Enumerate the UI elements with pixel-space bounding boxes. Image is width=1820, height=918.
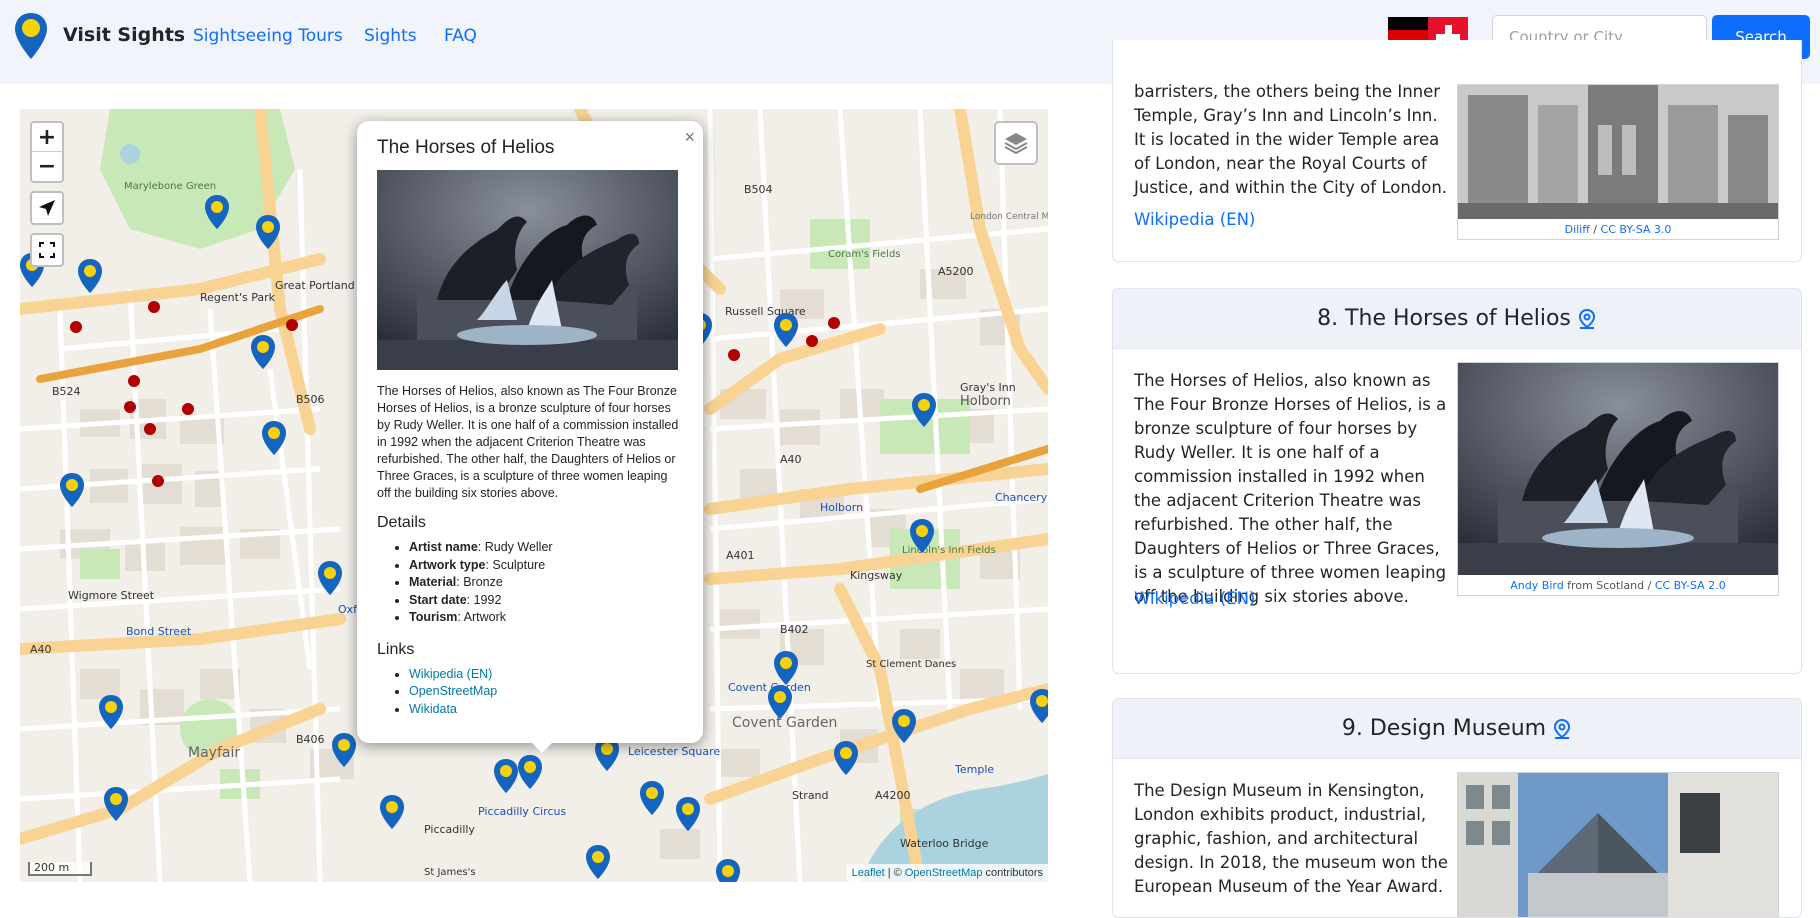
card-8-photo[interactable]: [1458, 363, 1778, 575]
label-st-clement-danes: St Clement Danes: [866, 659, 956, 670]
popup-link-wikidata[interactable]: Wikidata: [409, 702, 457, 716]
fullscreen-icon: [39, 242, 55, 258]
card-8-title: 8. The Horses of Helios: [1317, 306, 1571, 331]
card-7-text: barristers, the others being the Inner T…: [1134, 82, 1448, 197]
card-9-title: 9. Design Museum: [1341, 716, 1547, 741]
label-corams-fields: Coram's Fields: [828, 249, 901, 260]
label-a4200: A4200: [875, 789, 911, 802]
popup-close-button[interactable]: ×: [684, 127, 695, 148]
attribution-sep: | ©: [884, 867, 905, 879]
nav-faq[interactable]: FAQ: [444, 26, 477, 46]
card-8-caption: Andy Bird from Scotland / CC BY-SA 2.0: [1510, 579, 1726, 592]
locate-arrow-icon: [39, 200, 55, 216]
osm-link[interactable]: OpenStreetMap: [905, 867, 983, 879]
label-piccadilly: Piccadilly: [424, 823, 475, 836]
label-marylebone-green: Marylebone Green: [124, 181, 216, 192]
popup-details-list: Artist name: Rudy Weller Artwork type: S…: [377, 539, 683, 627]
detail-item: Artist name: Rudy Weller: [409, 539, 683, 557]
layers-icon: [1004, 133, 1028, 155]
detail-item: Start date: 1992: [409, 592, 683, 610]
label-regents-park: Regent's Park: [200, 291, 276, 304]
popup-links-list: Wikipedia (EN) OpenStreetMap Wikidata: [377, 666, 683, 719]
fullscreen-button[interactable]: [30, 233, 64, 267]
card-7-photo[interactable]: [1458, 85, 1778, 219]
label-a40-west: A40: [30, 643, 52, 656]
zoom-out-button[interactable]: −: [32, 152, 62, 181]
label-waterloo-bridge: Waterloo Bridge: [900, 837, 989, 850]
popup-tip: [530, 741, 554, 753]
sight-popup: × The Horses of Helios The Horses of Hel…: [357, 121, 703, 743]
brand-logo-icon: [15, 13, 47, 59]
card-9-photo[interactable]: [1458, 773, 1778, 918]
zoom-control: + −: [30, 121, 64, 183]
label-strand: Strand: [792, 789, 829, 802]
detail-item: Tourism: Artwork: [409, 609, 683, 627]
label-b402: B402: [780, 623, 809, 636]
card-8-wikipedia-link[interactable]: Wikipedia (EN): [1134, 589, 1255, 608]
label-b406: B406: [296, 733, 325, 746]
nav-sights[interactable]: Sights: [364, 26, 417, 46]
leaflet-link[interactable]: Leaflet: [852, 867, 885, 879]
label-holborn-station: Holborn: [820, 501, 863, 514]
card-7-author-link[interactable]: Diliff: [1565, 223, 1590, 236]
layers-button[interactable]: [994, 121, 1038, 165]
popup-link-openstreetmap[interactable]: OpenStreetMap: [409, 684, 497, 698]
popup-details-heading: Details: [377, 514, 426, 531]
zoom-in-button[interactable]: +: [32, 123, 62, 152]
card-8-header: 8. The Horses of Helios: [1113, 289, 1801, 349]
map-pin-icon[interactable]: [1552, 718, 1572, 740]
detail-item: Material: Bronze: [409, 574, 683, 592]
brand-name[interactable]: Visit Sights: [63, 24, 185, 46]
label-a40: A40: [780, 453, 802, 466]
label-covent-garden: Covent Garden: [732, 715, 837, 731]
label-b524: B524: [52, 385, 81, 398]
label-st-jamess: St James's: [424, 867, 476, 878]
label-lincolns-inn-fields: Lincoln's Inn Fields: [902, 545, 996, 556]
label-kingsway: Kingsway: [850, 569, 903, 582]
label-a401: A401: [726, 549, 755, 562]
label-b506: B506: [296, 393, 325, 406]
map[interactable]: Regent's Park Great Portland Street Russ…: [20, 109, 1048, 882]
map-pin-icon[interactable]: [1577, 308, 1597, 330]
card-9-text: The Design Museum in Kensington, London …: [1134, 781, 1449, 896]
locate-button[interactable]: [30, 191, 64, 225]
card-8-license-link[interactable]: CC BY-SA 2.0: [1655, 579, 1726, 592]
popup-title: The Horses of Helios: [377, 137, 555, 158]
label-holborn: Holborn: [960, 394, 1011, 409]
sight-marker: [716, 859, 740, 882]
sight-card-7: barristers, the others being the Inner T…: [1112, 40, 1802, 262]
label-temple: Temple: [954, 763, 994, 776]
label-mayfair: Mayfair: [188, 745, 240, 761]
card-9-header: 9. Design Museum: [1113, 699, 1801, 759]
nav-sightseeing-tours[interactable]: Sightseeing Tours: [193, 26, 343, 46]
card-7-figure: Diliff / CC BY-SA 3.0: [1457, 84, 1779, 240]
detail-item: Artwork type: Sculpture: [409, 557, 683, 575]
label-wigmore-street: Wigmore Street: [68, 589, 155, 602]
popup-description: The Horses of Helios, also known as The …: [377, 384, 679, 500]
card-8-author-link[interactable]: Andy Bird: [1510, 579, 1563, 592]
popup-photo: [377, 170, 678, 370]
label-chancery-lane: Chancery Lane: [995, 491, 1048, 504]
label-piccadilly-circus: Piccadilly Circus: [478, 805, 566, 818]
map-scale: 200 m: [28, 862, 92, 876]
popup-links-heading: Links: [377, 640, 415, 658]
label-a5200: A5200: [938, 265, 974, 278]
card-7-wikipedia-link[interactable]: Wikipedia (EN): [1134, 210, 1255, 229]
sight-card-9: 9. Design Museum The Design Museum in Ke…: [1112, 698, 1802, 918]
label-bond-street: Bond Street: [126, 625, 192, 638]
card-8-text: The Horses of Helios, also known as The …: [1134, 371, 1447, 606]
card-7-caption: Diliff / CC BY-SA 3.0: [1564, 223, 1672, 236]
card-7-license-link[interactable]: CC BY-SA 3.0: [1601, 223, 1672, 236]
card-8-figure: Andy Bird from Scotland / CC BY-SA 2.0: [1457, 362, 1779, 596]
label-london-central-mail: London Central Mail Centre: [970, 212, 1048, 222]
label-leicester-square: Leicester Square: [628, 745, 720, 758]
popup-link-wikipedia[interactable]: Wikipedia (EN): [409, 667, 492, 681]
brand[interactable]: [14, 12, 48, 60]
label-grays-inn: Gray's Inn: [960, 381, 1016, 394]
map-attribution: Leaflet | © OpenStreetMap contributors: [846, 864, 1048, 882]
label-b504: B504: [744, 183, 773, 196]
card-9-figure: [1457, 772, 1779, 918]
attribution-suffix: contributors: [982, 867, 1043, 879]
sight-card-8: 8. The Horses of Helios The Horses of He…: [1112, 288, 1802, 674]
